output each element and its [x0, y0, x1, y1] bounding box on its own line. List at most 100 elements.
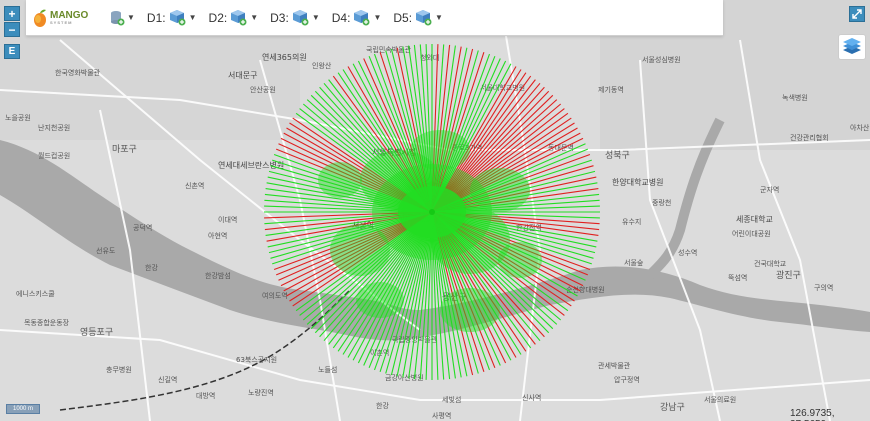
visible-area-patch	[440, 288, 500, 332]
observer-point[interactable]	[429, 209, 435, 215]
map-label: 목동종합운동장	[24, 318, 70, 327]
map-canvas[interactable]: 서대문구 연세365의원 인왕산 안산공원 한국영화박물관 노을공원 난지천공원…	[0, 0, 870, 421]
mango-logo: MANGO SYSTEM	[32, 3, 94, 33]
map-label: 한강	[145, 263, 158, 272]
map-label: 금강아산병원	[385, 373, 424, 382]
zoom-out-button[interactable]: −	[4, 22, 20, 37]
chevron-down-icon: ▼	[435, 13, 443, 22]
map-label: 녹색병원	[782, 93, 808, 102]
map-label: 노을공원	[5, 113, 31, 122]
map-label: 광진구	[776, 269, 801, 281]
fullscreen-button[interactable]	[849, 6, 865, 22]
logo-text: MANGO	[50, 9, 89, 21]
map-label: 서울의료원	[704, 395, 736, 404]
layer-switcher-button[interactable]	[838, 34, 866, 60]
map-label: 군자역	[760, 185, 779, 194]
map-label: 안산공원	[250, 85, 276, 94]
chevron-down-icon: ▼	[188, 13, 197, 22]
map-label: 제기동역	[598, 85, 624, 94]
map-label: 인왕산	[312, 61, 332, 70]
cube-add-icon	[292, 9, 309, 25]
d4-layer-menu[interactable]: D4: ▼	[331, 6, 382, 30]
map-label: 유수지	[622, 217, 641, 226]
map-label: 에니스키스쿨	[16, 289, 55, 298]
cube-add-icon	[231, 9, 247, 25]
d5-label: D5:	[393, 10, 413, 25]
logo-subtext: SYSTEM	[50, 19, 73, 25]
zoom-control: + −	[4, 6, 20, 38]
map-label: 건국대학교	[754, 259, 787, 268]
map-label: 마포구	[112, 144, 137, 155]
map-label: 세빛섬	[442, 395, 461, 404]
map-label: 뚝섬역	[728, 273, 747, 282]
scale-bar: 1000 m	[6, 404, 40, 414]
layers-icon	[843, 38, 861, 54]
d3-layer-menu[interactable]: D3: ▼	[270, 6, 320, 30]
cube-add-icon	[354, 9, 370, 25]
map-label: 월드컵공원	[38, 151, 70, 160]
map-label: 관세박물관	[598, 361, 631, 370]
map-label: 여의도역	[262, 291, 288, 300]
chevron-down-icon: ▼	[311, 13, 320, 22]
map-label: 영등포구	[80, 327, 113, 338]
d5-layer-menu[interactable]: D5: ▼	[393, 6, 443, 30]
map-label: 성수역	[678, 248, 697, 257]
map-label: 한양대학교병원	[612, 177, 664, 187]
map-label: 난지천공원	[38, 123, 70, 132]
map-label: 아차산	[850, 123, 870, 132]
cube-add-icon	[416, 9, 432, 25]
map-label: 압구정역	[614, 375, 640, 384]
map-label: 세종대학교	[736, 214, 773, 224]
map-label: 중랑천	[652, 198, 671, 207]
map-label: 대방역	[196, 391, 215, 400]
map-label: 성북구	[605, 150, 630, 161]
d3-label: D3:	[270, 10, 289, 25]
d1-layer-menu[interactable]: D1: ▼	[147, 6, 197, 30]
d2-label: D2:	[208, 10, 228, 25]
top-toolbar: MANGO SYSTEM ▼ D1: ▼ D2: ▼ D3: ▼ D4: ▼ D…	[26, 0, 723, 36]
map-label: 노들섬	[318, 365, 337, 374]
database-icon	[111, 10, 125, 25]
map-label: 신촌역	[185, 181, 204, 190]
map-label: 신길역	[158, 375, 177, 384]
visible-area-patch	[498, 242, 542, 278]
map-label: 강남구	[660, 402, 685, 413]
map-label: 어린이대공원	[732, 229, 771, 238]
map-label: 한강	[376, 401, 389, 410]
map-label: 신사역	[522, 393, 541, 402]
map-label: 한강밤섬	[205, 271, 231, 280]
visible-area-patch	[356, 282, 404, 318]
extent-button[interactable]: E	[4, 44, 20, 59]
d4-label: D4:	[331, 10, 351, 25]
map-label: 사평역	[432, 411, 451, 420]
d1-label: D1:	[146, 10, 166, 25]
map-label: 한국영화박물관	[55, 68, 101, 77]
map-label: 노량진역	[248, 388, 274, 397]
chevron-down-icon: ▼	[250, 13, 259, 22]
map-label: 국립민속박물관	[366, 45, 412, 54]
mouse-coordinates: 126.9735, 37.5659	[790, 408, 835, 421]
map-label: 이대역	[218, 215, 237, 224]
mango-icon	[34, 9, 46, 27]
visible-area-patch	[330, 224, 390, 276]
map-label: 청와대	[420, 53, 439, 62]
map-label: 63북스공지원	[236, 355, 277, 364]
map-label: 서울숲	[624, 258, 644, 267]
map-label: 건강관리협회	[790, 133, 829, 142]
visible-area-patch	[410, 130, 470, 170]
chevron-down-icon: ▼	[127, 13, 135, 22]
map-label: 서울성심병원	[642, 55, 681, 64]
d2-layer-menu[interactable]: D2: ▼	[208, 6, 259, 30]
chevron-down-icon: ▼	[373, 13, 382, 22]
zoom-in-button[interactable]: +	[4, 6, 20, 21]
map-label: 공덕역	[133, 223, 152, 232]
map-label: 충무병원	[106, 365, 132, 374]
expand-icon	[852, 9, 862, 19]
database-menu[interactable]: ▼	[106, 6, 135, 30]
map-label: 아현역	[208, 231, 227, 240]
map-label: 연세365의원	[262, 52, 307, 62]
visible-area-patch	[318, 162, 362, 198]
map-label: 연세대세브란스병원	[218, 160, 284, 170]
cube-add-icon	[169, 9, 186, 25]
map-label: 서대문구	[228, 71, 257, 80]
